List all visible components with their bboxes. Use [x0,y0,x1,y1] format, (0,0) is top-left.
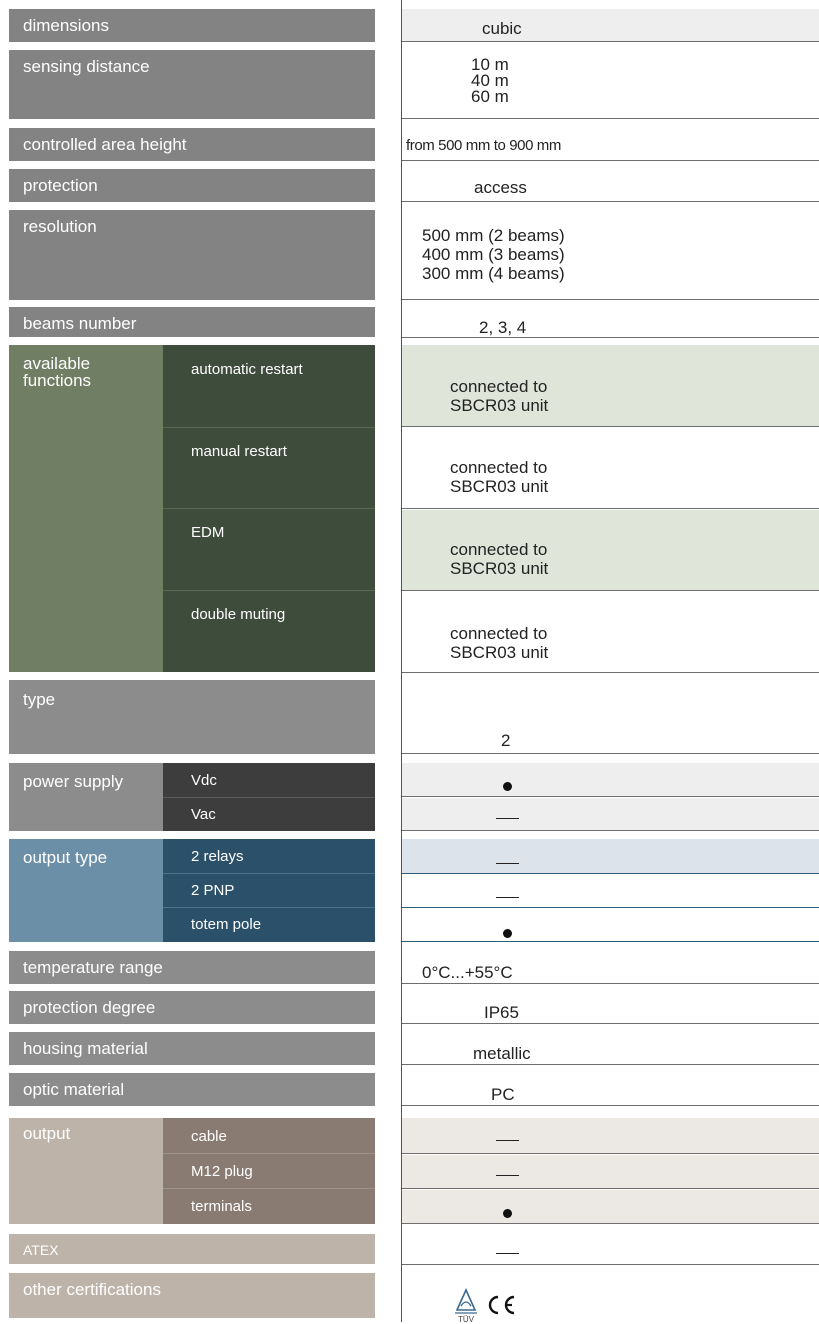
value-automatic-restart-text: connected to SBCR03 unit [450,377,549,415]
value-protection-degree-text: IP65 [484,1003,519,1022]
label-power-supply: power supply [9,763,163,831]
value-housing-material-text: metallic [473,1044,531,1063]
value-sensing-distance-text: 10 m 40 m 60 m [471,55,509,106]
label-beams-number: beams number [9,307,375,337]
value-housing-material: metallic [402,1032,819,1065]
certification-logos: TÜV [455,1288,515,1324]
value-vdc [402,763,819,797]
label-output-type: output type [9,839,163,942]
dash-icon [496,1140,519,1141]
ce-mark-icon [488,1295,515,1315]
sublabel-2-pnp: 2 PNP [191,882,235,899]
bullet-icon [503,929,512,938]
sublabel-vdc: Vdc [191,772,217,789]
value-beams-number: 2, 3, 4 [402,307,819,338]
value-manual-restart-text: connected to SBCR03 unit [450,458,549,496]
label-other-certifications: other certifications [9,1273,375,1318]
value-double-muting-text: connected to SBCR03 unit [450,624,549,662]
value-double-muting: connected to SBCR03 unit [402,592,819,673]
dash-icon [496,818,519,819]
value-totem-pole [402,909,819,942]
divider [163,1188,375,1189]
label-protection: protection [9,169,375,202]
divider [163,427,375,428]
sublabel-terminals: terminals [191,1198,252,1215]
value-m12-plug [402,1155,819,1189]
value-dimensions-text: cubic [482,19,522,38]
label-temperature-range: temperature range [9,951,375,984]
sublabel-double-muting: double muting [191,606,286,623]
label-housing-material: housing material [9,1032,375,1065]
sublabel-edm: EDM [191,524,225,541]
label-controlled-area-height: controlled area height [9,128,375,161]
spec-table: dimensions cubic sensing distance 10 m 4… [0,0,819,1324]
value-automatic-restart: connected to SBCR03 unit [402,345,819,427]
sublabel-cable: cable [191,1128,227,1145]
label-output: output [9,1118,163,1224]
divider [163,508,375,509]
value-protection-text: access [474,178,527,197]
sublabel-totem-pole: totem pole [191,916,262,933]
dash-icon [496,1175,519,1176]
divider [163,873,375,874]
divider [163,907,375,908]
label-resolution: resolution [9,210,375,300]
divider [163,797,375,798]
value-temperature-range-text: 0°C...+55°C [422,963,513,982]
label-dimensions: dimensions [9,9,375,42]
value-protection-degree: IP65 [402,991,819,1024]
value-terminals [402,1190,819,1224]
value-2-relays [402,839,819,874]
value-optic-material: PC [402,1073,819,1106]
label-type: type [9,680,375,754]
bullet-icon [503,1209,512,1218]
sublabel-vac: Vac [191,806,216,823]
sublabel-2-relays: 2 relays [191,848,244,865]
value-dimensions: cubic [402,9,819,42]
label-sensing-distance: sensing distance [9,50,375,119]
sublabel-manual-restart: manual restart [191,443,287,460]
value-resolution: 500 mm (2 beams) 400 mm (3 beams) 300 mm… [402,210,819,300]
value-controlled-area-height: from 500 mm to 900 mm [402,128,819,161]
value-temperature-range: 0°C...+55°C [402,951,819,984]
value-protection: access [402,169,819,202]
value-resolution-text: 500 mm (2 beams) 400 mm (3 beams) 300 mm… [422,226,565,283]
divider [163,1153,375,1154]
bullet-icon [503,782,512,791]
dash-icon [496,1253,519,1254]
dash-icon [496,897,519,898]
value-type: 2 [402,680,819,754]
value-cable [402,1118,819,1154]
value-vac [402,798,819,831]
value-manual-restart: connected to SBCR03 unit [402,428,819,509]
tuv-logo-icon: TÜV [455,1288,477,1324]
svg-text:TÜV: TÜV [458,1315,475,1324]
value-controlled-area-height-text: from 500 mm to 900 mm [406,137,561,154]
value-2-pnp [402,875,819,908]
value-edm-text: connected to SBCR03 unit [450,540,549,578]
label-atex: ATEX [9,1234,375,1264]
value-optic-material-text: PC [491,1085,515,1104]
value-sensing-distance: 10 m 40 m 60 m [402,50,819,119]
sublabel-m12-plug: M12 plug [191,1163,253,1180]
value-beams-number-text: 2, 3, 4 [479,318,527,337]
sublabel-automatic-restart: automatic restart [191,361,303,378]
divider [163,590,375,591]
label-protection-degree: protection degree [9,991,375,1024]
value-edm: connected to SBCR03 unit [402,510,819,591]
value-atex [402,1234,819,1265]
dash-icon [496,863,519,864]
label-available-functions: available functions [9,345,163,672]
value-type-text: 2 [501,731,511,750]
label-optic-material: optic material [9,1073,375,1106]
